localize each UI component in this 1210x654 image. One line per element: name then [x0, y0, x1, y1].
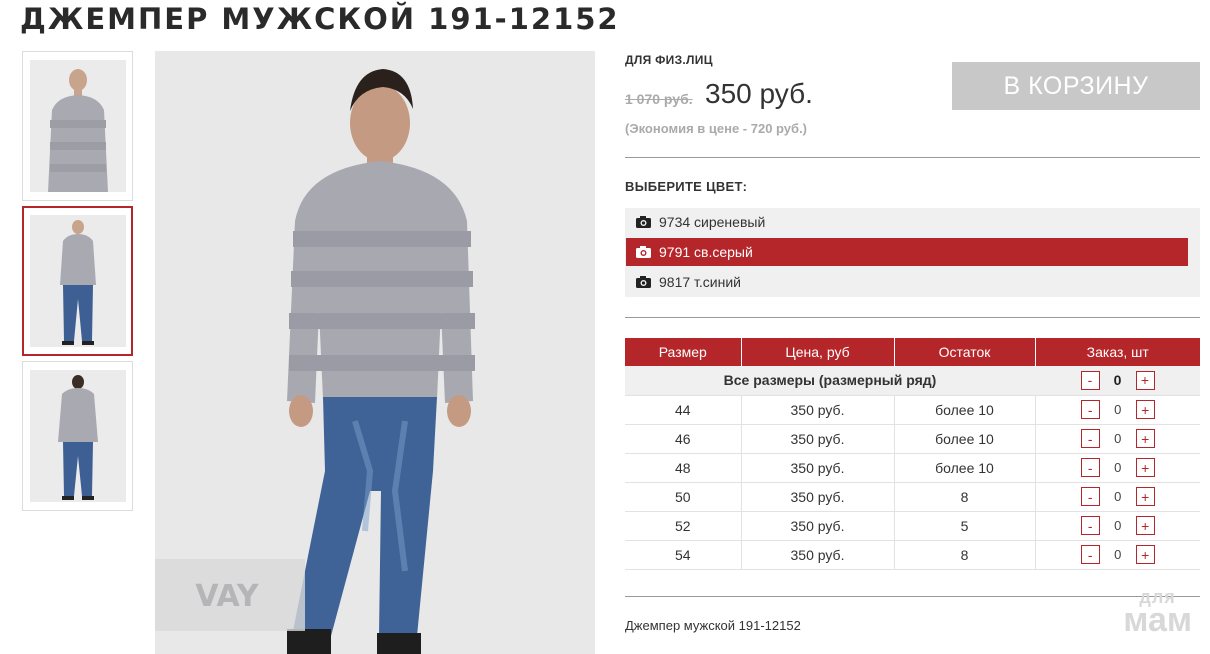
order-cell: -0 + — [1035, 395, 1200, 425]
thumbnail-image — [29, 215, 126, 347]
price-cell: 350 руб. — [741, 511, 895, 541]
price-cell: 350 руб. — [741, 424, 895, 454]
order-cell: -0 + — [1035, 453, 1200, 483]
stock-cell: 8 — [894, 540, 1036, 570]
model-figure-icon — [29, 370, 126, 502]
size-cell: 52 — [625, 511, 742, 541]
camera-icon — [636, 276, 651, 288]
thumbnail-3[interactable] — [22, 361, 133, 511]
site-watermark: для мам — [1123, 588, 1192, 640]
page-title: ДЖЕМПЕР МУЖСКОЙ 191-12152 — [20, 2, 620, 36]
quantity-value[interactable]: 0 — [1100, 547, 1136, 562]
product-description: Джемпер мужской 191-12152 — [625, 618, 801, 633]
increment-button[interactable]: + — [1135, 487, 1155, 506]
size-cell: 54 — [625, 540, 742, 570]
brand-mark: VAY — [195, 579, 260, 614]
add-to-cart-button[interactable]: В КОРЗИНУ — [952, 62, 1200, 110]
color-heading: ВЫБЕРИТЕ ЦВЕТ: — [625, 179, 748, 194]
increment-button[interactable]: + — [1135, 400, 1155, 419]
price-cell: 350 руб. — [741, 453, 895, 483]
thumbnail-gallery — [22, 51, 133, 516]
size-row: 50 350 руб. 8 -0 + — [625, 482, 1200, 512]
thumbnail-1[interactable] — [22, 51, 133, 201]
size-row: 52 350 руб. 5 -0 + — [625, 511, 1200, 541]
color-option-9817[interactable]: 9817 т.синий — [626, 268, 1188, 296]
stock-cell: 5 — [894, 511, 1036, 541]
color-option-label: 9734 сиреневый — [659, 214, 766, 230]
decrement-button[interactable]: - — [1080, 400, 1100, 419]
color-option-9734[interactable]: 9734 сиреневый — [626, 208, 1188, 236]
divider — [625, 157, 1200, 158]
size-cell: 50 — [625, 482, 742, 512]
thumbnail-2[interactable] — [22, 206, 133, 356]
header-stock: Остаток — [894, 338, 1036, 366]
order-cell: -0 + — [1035, 482, 1200, 512]
color-option-9791[interactable]: 9791 св.серый — [626, 238, 1188, 266]
size-row: 44 350 руб. более 10 -0 + — [625, 395, 1200, 425]
size-row: 48 350 руб. более 10 -0 + — [625, 453, 1200, 483]
order-cell: - 0 + — [1035, 366, 1200, 396]
color-list: 9734 сиреневый 9791 св.серый 9817 т.сини… — [625, 208, 1200, 297]
quantity-value[interactable]: 0 — [1100, 402, 1136, 417]
customer-type-label: ДЛЯ ФИЗ.ЛИЦ — [625, 53, 713, 67]
increment-button[interactable]: + — [1135, 429, 1155, 448]
divider — [625, 317, 1200, 318]
quantity-value[interactable]: 0 — [1100, 431, 1136, 446]
increment-button[interactable]: + — [1135, 458, 1155, 477]
thumbnail-image — [29, 60, 126, 192]
all-sizes-row: Все размеры (размерный ряд) - 0 + — [625, 366, 1200, 396]
model-figure-icon — [29, 215, 126, 347]
header-price: Цена, руб — [741, 338, 895, 366]
stock-cell: более 10 — [894, 395, 1036, 425]
size-cell: 48 — [625, 453, 742, 483]
quantity-value[interactable]: 0 — [1100, 489, 1136, 504]
watermark-line-2: мам — [1123, 601, 1192, 640]
thumbnail-image — [29, 370, 126, 502]
size-row: 54 350 руб. 8 -0 + — [625, 540, 1200, 570]
stock-cell: 8 — [894, 482, 1036, 512]
size-table: Размер Цена, руб Остаток Заказ, шт Все р… — [625, 338, 1200, 570]
size-row: 46 350 руб. более 10 -0 + — [625, 424, 1200, 454]
decrement-button[interactable]: - — [1080, 516, 1100, 535]
camera-icon — [636, 246, 651, 258]
increment-button[interactable]: + — [1135, 370, 1155, 390]
decrement-button[interactable]: - — [1080, 429, 1100, 448]
order-cell: -0 + — [1035, 511, 1200, 541]
order-cell: -0 + — [1035, 424, 1200, 454]
economy-note: (Экономия в цене - 720 руб.) — [625, 121, 808, 136]
model-figure-icon — [29, 60, 126, 192]
order-cell: -0 + — [1035, 540, 1200, 570]
header-order: Заказ, шт — [1035, 338, 1200, 366]
decrement-button[interactable]: - — [1080, 370, 1100, 390]
stock-cell: более 10 — [894, 424, 1036, 454]
header-size: Размер — [625, 338, 742, 366]
quantity-value[interactable]: 0 — [1100, 372, 1136, 388]
size-cell: 46 — [625, 424, 742, 454]
quantity-value[interactable]: 0 — [1100, 460, 1136, 475]
model-photo-icon: VAY — [155, 51, 595, 654]
color-option-label: 9817 т.синий — [659, 274, 741, 290]
current-price: 350 руб. — [705, 78, 813, 109]
price-cell: 350 руб. — [741, 482, 895, 512]
increment-button[interactable]: + — [1135, 516, 1155, 535]
size-table-header: Размер Цена, руб Остаток Заказ, шт — [625, 338, 1200, 366]
color-option-label: 9791 св.серый — [659, 244, 753, 260]
decrement-button[interactable]: - — [1080, 487, 1100, 506]
decrement-button[interactable]: - — [1080, 545, 1100, 564]
main-product-photo[interactable]: VAY — [155, 51, 595, 654]
old-price: 1 070 руб. — [625, 91, 693, 107]
decrement-button[interactable]: - — [1080, 458, 1100, 477]
size-cell: 44 — [625, 395, 742, 425]
price-cell: 350 руб. — [741, 540, 895, 570]
stock-cell: более 10 — [894, 453, 1036, 483]
all-sizes-label: Все размеры (размерный ряд) — [625, 366, 1035, 396]
increment-button[interactable]: + — [1135, 545, 1155, 564]
camera-icon — [636, 216, 651, 228]
price-cell: 350 руб. — [741, 395, 895, 425]
divider — [625, 596, 1200, 597]
quantity-value[interactable]: 0 — [1100, 518, 1136, 533]
